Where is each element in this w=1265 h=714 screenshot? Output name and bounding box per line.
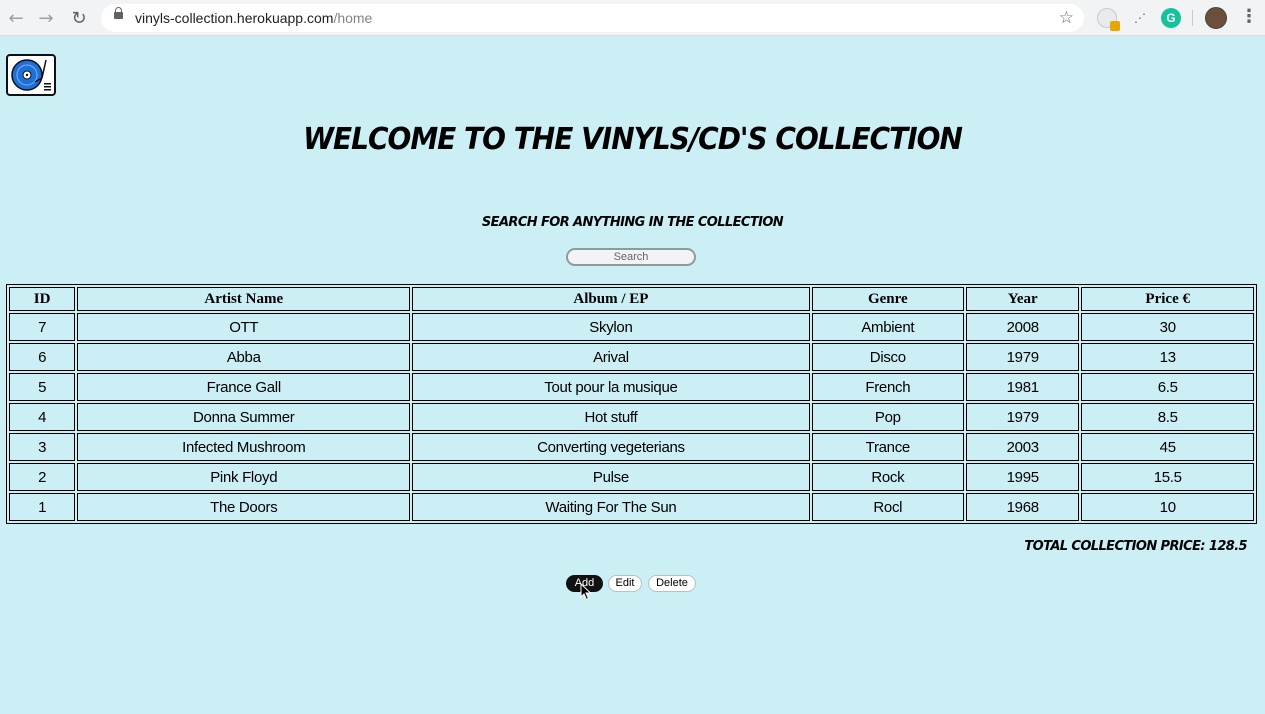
cell-album: Pulse [412,463,810,491]
column-header-id: ID [9,287,76,311]
forward-arrow-icon[interactable]: → [34,6,58,30]
cell-genre: Rock [811,463,965,491]
table-row[interactable]: 1 The Doors Waiting For The Sun Rocl 196… [9,493,1254,521]
mouse-cursor-icon [580,583,592,601]
page-title: Welcome to the Vinyls/CD's Collection [303,120,963,157]
turntable-logo-icon[interactable] [6,54,56,96]
cell-genre: Pop [811,403,965,431]
cell-price: 45 [1081,433,1254,461]
cell-album: Skylon [412,313,810,341]
address-bar[interactable]: vinyls-collection.herokuapp.com/home ☆ [101,4,1084,32]
cell-genre: French [811,373,965,401]
table-row[interactable]: 7 OTT Skylon Ambient 2008 30 [9,313,1254,341]
cell-album: Tout pour la musique [412,373,810,401]
profile-avatar[interactable] [1205,7,1227,29]
cell-price: 10 [1081,493,1254,521]
table-row[interactable]: 2 Pink Floyd Pulse Rock 1995 15.5 [9,463,1254,491]
column-header-year: Year [966,287,1080,311]
extension-icon[interactable]: ⋰ [1130,8,1150,28]
column-header-album: Album / EP [412,287,810,311]
column-header-price: Price € [1081,287,1254,311]
cell-price: 6.5 [1081,373,1254,401]
search-label: Search for anything in the collection [481,215,784,230]
column-header-artist: Artist Name [77,287,411,311]
url-path: /home [333,10,373,26]
lock-icon [114,7,123,19]
cell-year: 1981 [966,373,1080,401]
cell-id: 1 [9,493,76,521]
cell-price: 13 [1081,343,1254,371]
cell-id: 7 [9,313,76,341]
cell-album: Waiting For The Sun [412,493,810,521]
total-collection-price: Total Collection Price: 128.5 [1024,539,1247,554]
cell-id: 5 [9,373,76,401]
cell-genre: Disco [811,343,965,371]
cell-year: 1979 [966,403,1080,431]
delete-button[interactable]: Delete [648,575,696,592]
cell-artist: Infected Mushroom [77,433,411,461]
cell-year: 2008 [966,313,1080,341]
browser-toolbar: ← → ↻ vinyls-collection.herokuapp.com/ho… [0,0,1265,36]
cell-year: 1968 [966,493,1080,521]
reload-icon[interactable]: ↻ [67,6,91,30]
extension-icon[interactable] [1097,8,1120,31]
table-row[interactable]: 4 Donna Summer Hot stuff Pop 1979 8.5 [9,403,1254,431]
browser-menu-icon[interactable]: ⋮ [1240,8,1258,28]
cell-genre: Trance [811,433,965,461]
cell-year: 1979 [966,343,1080,371]
cell-album: Converting vegeterians [412,433,810,461]
search-input[interactable] [566,248,696,266]
cell-price: 15.5 [1081,463,1254,491]
cell-genre: Ambient [811,313,965,341]
cell-album: Hot stuff [412,403,810,431]
cell-id: 3 [9,433,76,461]
cell-price: 30 [1081,313,1254,341]
cell-id: 4 [9,403,76,431]
grammarly-extension-icon[interactable]: G [1161,8,1181,28]
column-header-genre: Genre [811,287,965,311]
cell-genre: Rocl [811,493,965,521]
url-text: vinyls-collection.herokuapp.com/home [135,10,372,26]
edit-button[interactable]: Edit [608,575,642,592]
cell-artist: Pink Floyd [77,463,411,491]
cell-price: 8.5 [1081,403,1254,431]
cell-artist: OTT [77,313,411,341]
table-row[interactable]: 6 Abba Arival Disco 1979 13 [9,343,1254,371]
back-arrow-icon[interactable]: ← [4,6,28,30]
url-host: vinyls-collection.herokuapp.com [135,10,334,26]
table-row[interactable]: 5 France Gall Tout pour la musique Frenc… [9,373,1254,401]
cell-album: Arival [412,343,810,371]
cell-year: 1995 [966,463,1080,491]
toolbar-divider [1192,10,1193,26]
cell-artist: Donna Summer [77,403,411,431]
bookmark-star-icon[interactable]: ☆ [1059,8,1074,28]
table-row[interactable]: 3 Infected Mushroom Converting vegeteria… [9,433,1254,461]
cell-artist: France Gall [77,373,411,401]
collection-table: ID Artist Name Album / EP Genre Year Pri… [6,284,1257,524]
cell-artist: The Doors [77,493,411,521]
cell-id: 2 [9,463,76,491]
cell-artist: Abba [77,343,411,371]
cell-year: 2003 [966,433,1080,461]
table-header-row: ID Artist Name Album / EP Genre Year Pri… [9,287,1254,311]
cell-id: 6 [9,343,76,371]
